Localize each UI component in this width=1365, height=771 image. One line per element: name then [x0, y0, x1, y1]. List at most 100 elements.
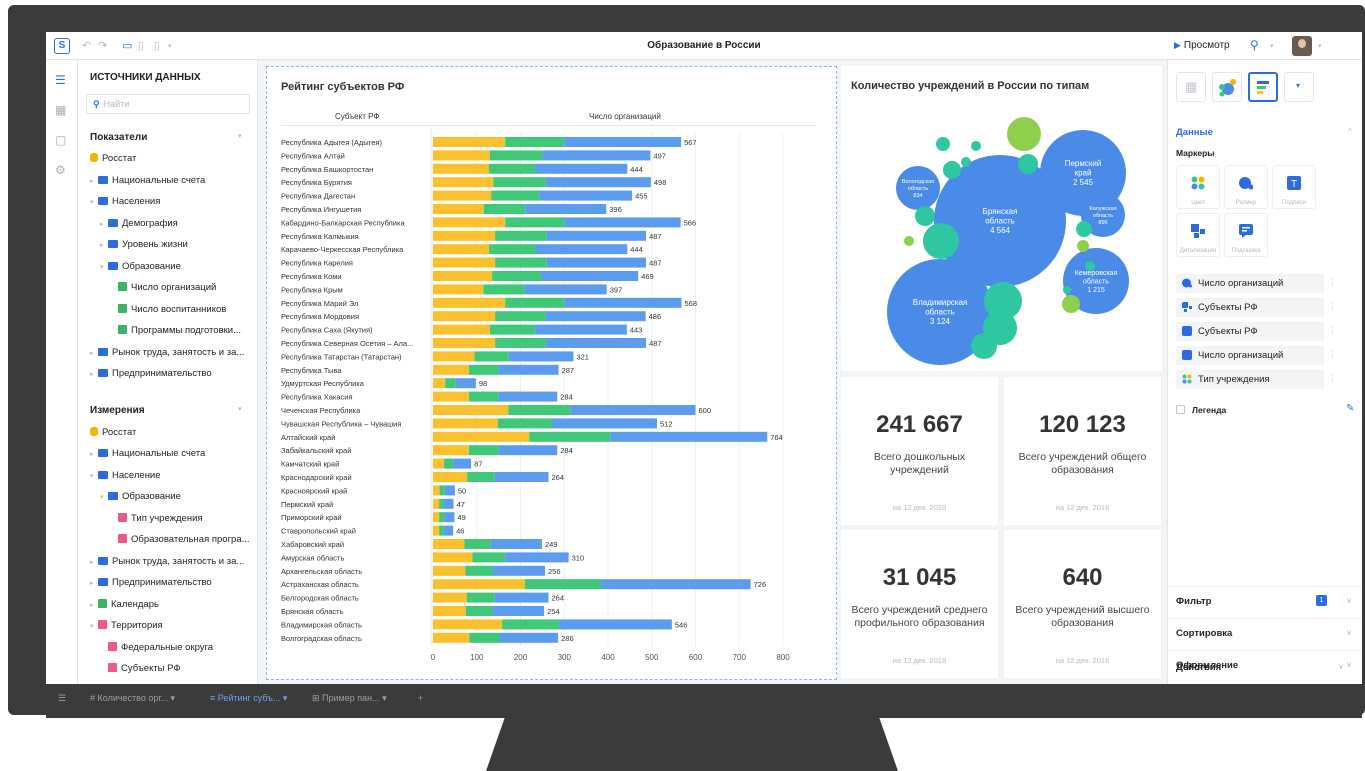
bar-segment[interactable]: [433, 485, 440, 496]
tree-item[interactable]: Росстат: [90, 427, 136, 438]
bar-segment[interactable]: [433, 351, 475, 362]
kpi-card[interactable]: 640 Всего учреждений высшего образования…: [1004, 530, 1161, 678]
bar-segment[interactable]: [433, 579, 525, 590]
tree-item[interactable]: ▸ Национальные счета: [90, 448, 205, 459]
chevron-down-icon[interactable]: ▾: [1270, 42, 1274, 50]
bubble[interactable]: [943, 161, 961, 179]
more-icon[interactable]: ⋮: [1328, 277, 1337, 288]
bar-segment[interactable]: [433, 512, 440, 523]
bar-segment[interactable]: [433, 445, 469, 456]
bar-segment[interactable]: [499, 632, 559, 643]
chevron-down-icon[interactable]: ▾: [238, 405, 242, 413]
bar-segment[interactable]: [445, 378, 456, 389]
bar-segment[interactable]: [444, 512, 455, 523]
more-icon[interactable]: ⋮: [1328, 349, 1337, 360]
bar-segment[interactable]: [498, 445, 558, 456]
bar-segment[interactable]: [433, 391, 469, 402]
chevron-down-icon[interactable]: ▾: [1318, 42, 1322, 50]
menu-icon[interactable]: ☰: [58, 693, 66, 704]
bubble[interactable]: [1062, 295, 1080, 313]
bar-segment[interactable]: [433, 472, 468, 482]
bar-segment[interactable]: [483, 204, 526, 214]
bar-segment[interactable]: [546, 230, 647, 241]
bubble[interactable]: [1063, 286, 1071, 294]
marker-labels[interactable]: T Подписи: [1272, 165, 1316, 209]
bar-segment[interactable]: [502, 619, 560, 630]
bar-segment[interactable]: [433, 230, 496, 241]
bar-segment[interactable]: [433, 418, 498, 429]
bar-segment[interactable]: [570, 405, 696, 415]
tree-item[interactable]: Образовательная програ...: [118, 534, 250, 545]
bubble[interactable]: [961, 157, 971, 167]
bar-segment[interactable]: [495, 338, 546, 348]
bar-segment[interactable]: [508, 351, 574, 362]
bar-segment[interactable]: [433, 217, 506, 228]
bubble[interactable]: [1018, 154, 1038, 174]
bar-segment[interactable]: [433, 632, 470, 643]
kpi-card[interactable]: 120 123 Всего учреждений общего образова…: [1004, 377, 1161, 525]
bar-segment[interactable]: [494, 592, 549, 603]
bar-segment[interactable]: [433, 177, 494, 188]
bar-segment[interactable]: [433, 297, 506, 308]
bar-segment[interactable]: [489, 324, 536, 335]
bar-segment[interactable]: [564, 297, 682, 308]
bar-segment[interactable]: [545, 338, 647, 348]
bar-segment[interactable]: [525, 204, 607, 214]
bar-segment[interactable]: [498, 364, 559, 375]
bubble[interactable]: [1007, 117, 1041, 151]
bar-segment[interactable]: [489, 150, 543, 161]
bar-segment[interactable]: [529, 431, 611, 442]
tree-item[interactable]: ▸ Демография: [100, 218, 178, 229]
bar-segment[interactable]: [539, 190, 633, 201]
tree-item[interactable]: Тип учреждения: [118, 513, 203, 524]
table-view-button[interactable]: ▦: [1176, 72, 1206, 102]
bubble-view-button[interactable]: [1212, 72, 1242, 102]
bar-segment[interactable]: [433, 539, 465, 549]
bar-segment[interactable]: [490, 539, 542, 549]
bubble[interactable]: [915, 206, 935, 226]
bar-segment[interactable]: [492, 271, 542, 281]
bar-segment[interactable]: [433, 163, 489, 174]
bar-segment[interactable]: [464, 539, 491, 549]
bar-segment[interactable]: [492, 606, 545, 616]
bubble[interactable]: [971, 141, 981, 151]
bar-segment[interactable]: [483, 284, 525, 295]
marker-tooltip[interactable]: Подсказка: [1224, 213, 1268, 257]
bar-segment[interactable]: [453, 458, 472, 469]
bar-segment[interactable]: [433, 592, 467, 603]
tree-item[interactable]: Росстат: [90, 153, 136, 164]
bar-segment[interactable]: [468, 391, 499, 402]
bar-segment[interactable]: [433, 378, 446, 389]
bar-segment[interactable]: [439, 525, 444, 536]
tree-item[interactable]: Число организаций: [118, 282, 216, 293]
comment-icon[interactable]: ▢: [55, 133, 66, 147]
bubble[interactable]: [1077, 240, 1089, 252]
bar-segment[interactable]: [541, 271, 639, 281]
widgets-icon[interactable]: ▦: [55, 103, 66, 117]
bar-segment[interactable]: [489, 244, 535, 255]
bar-segment[interactable]: [433, 619, 503, 630]
tree-item[interactable]: ▾ Населения: [90, 196, 160, 207]
bar-segment[interactable]: [465, 565, 493, 576]
bar-segment[interactable]: [455, 378, 476, 389]
bar-segment[interactable]: [444, 485, 455, 496]
bubble[interactable]: [1085, 261, 1095, 271]
bar-segment[interactable]: [439, 485, 445, 496]
bar-segment[interactable]: [494, 472, 549, 482]
bar-segment[interactable]: [469, 632, 500, 643]
bar-segment[interactable]: [433, 284, 484, 295]
bar-segment[interactable]: [443, 498, 454, 509]
bubble[interactable]: [1076, 221, 1092, 237]
bar-segment[interactable]: [433, 257, 496, 268]
actions-section-header[interactable]: Действия ∨: [1176, 662, 1356, 673]
bar-segment[interactable]: [433, 190, 492, 201]
avatar[interactable]: [1292, 36, 1312, 56]
bar-segment[interactable]: [433, 324, 490, 335]
bar-segment[interactable]: [491, 190, 540, 201]
bar-segment[interactable]: [472, 552, 506, 563]
bar-segment[interactable]: [433, 606, 466, 616]
tree-item[interactable]: ▸ Рынок труда, занятость и за...: [90, 556, 244, 567]
bar-segment[interactable]: [559, 619, 672, 630]
tree-item[interactable]: ▾ Образование: [100, 261, 181, 272]
bar-segment[interactable]: [535, 324, 627, 335]
